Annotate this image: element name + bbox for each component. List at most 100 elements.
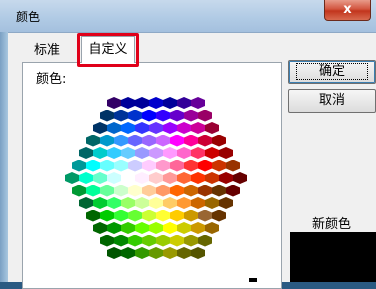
tab-standard[interactable]: 标准 xyxy=(28,40,66,62)
color-hex-cell[interactable] xyxy=(107,197,121,209)
color-hex-cell[interactable] xyxy=(93,222,107,234)
color-hex-cell[interactable] xyxy=(163,147,177,159)
color-hex-cell[interactable] xyxy=(163,247,177,259)
color-hex-cell[interactable] xyxy=(72,159,86,172)
color-hex-cell[interactable] xyxy=(121,172,135,184)
color-hex-cell[interactable] xyxy=(107,222,121,234)
color-hex-cell[interactable] xyxy=(177,222,191,234)
black-color-cell[interactable] xyxy=(249,278,257,282)
color-hex-cell[interactable] xyxy=(107,147,121,159)
color-hex-cell[interactable] xyxy=(107,122,121,134)
color-hex-cell[interactable] xyxy=(121,222,135,234)
color-hex-cell[interactable] xyxy=(184,109,198,122)
color-hex-cell[interactable] xyxy=(142,184,156,197)
color-hex-cell[interactable] xyxy=(107,247,121,259)
color-hex-cell[interactable] xyxy=(149,222,163,234)
color-hex-cell[interactable] xyxy=(184,234,198,247)
color-hex-cell[interactable] xyxy=(170,109,184,122)
color-hex-cell[interactable] xyxy=(170,184,184,197)
color-hex-cell[interactable] xyxy=(149,122,163,134)
close-button[interactable]: x xyxy=(324,0,371,21)
color-hex-cell[interactable] xyxy=(128,184,142,197)
color-hex-cell[interactable] xyxy=(191,122,205,134)
color-hex-cell[interactable] xyxy=(219,172,233,184)
color-hex-cell[interactable] xyxy=(191,172,205,184)
color-hex-cell[interactable] xyxy=(226,184,240,197)
color-hex-cell[interactable] xyxy=(177,172,191,184)
color-hex-cell[interactable] xyxy=(65,172,79,184)
color-hex-cell[interactable] xyxy=(128,109,142,122)
color-hex-cell[interactable] xyxy=(163,97,177,109)
color-hex-cell[interactable] xyxy=(191,247,205,259)
color-hex-cell[interactable] xyxy=(79,147,93,159)
color-hex-cell[interactable] xyxy=(205,172,219,184)
hex-color-palette[interactable] xyxy=(64,97,248,265)
color-hex-cell[interactable] xyxy=(219,147,233,159)
color-hex-cell[interactable] xyxy=(93,122,107,134)
color-hex-cell[interactable] xyxy=(226,159,240,172)
color-hex-cell[interactable] xyxy=(198,234,212,247)
color-hex-cell[interactable] xyxy=(135,172,149,184)
color-hex-cell[interactable] xyxy=(191,222,205,234)
color-hex-cell[interactable] xyxy=(149,197,163,209)
color-hex-cell[interactable] xyxy=(121,147,135,159)
color-hex-cell[interactable] xyxy=(128,159,142,172)
color-hex-cell[interactable] xyxy=(93,197,107,209)
color-hex-cell[interactable] xyxy=(100,159,114,172)
color-hex-cell[interactable] xyxy=(93,147,107,159)
color-hex-cell[interactable] xyxy=(86,134,100,147)
color-hex-cell[interactable] xyxy=(198,134,212,147)
color-hex-cell[interactable] xyxy=(142,209,156,222)
color-hex-cell[interactable] xyxy=(177,97,191,109)
title-bar[interactable]: 颜色 x xyxy=(0,0,376,33)
color-hex-cell[interactable] xyxy=(128,234,142,247)
color-hex-cell[interactable] xyxy=(79,197,93,209)
color-hex-cell[interactable] xyxy=(184,134,198,147)
color-hex-cell[interactable] xyxy=(177,197,191,209)
color-hex-cell[interactable] xyxy=(156,134,170,147)
color-hex-cell[interactable] xyxy=(184,159,198,172)
color-hex-cell[interactable] xyxy=(170,234,184,247)
cancel-button[interactable]: 取消 xyxy=(288,89,376,113)
color-hex-cell[interactable] xyxy=(114,134,128,147)
color-hex-cell[interactable] xyxy=(128,209,142,222)
color-hex-cell[interactable] xyxy=(177,122,191,134)
color-hex-cell[interactable] xyxy=(184,184,198,197)
color-hex-cell[interactable] xyxy=(135,147,149,159)
color-hex-cell[interactable] xyxy=(163,122,177,134)
color-hex-cell[interactable] xyxy=(170,159,184,172)
color-hex-cell[interactable] xyxy=(184,209,198,222)
color-hex-cell[interactable] xyxy=(107,97,121,109)
color-hex-cell[interactable] xyxy=(135,97,149,109)
color-hex-cell[interactable] xyxy=(177,247,191,259)
color-hex-cell[interactable] xyxy=(121,97,135,109)
color-hex-cell[interactable] xyxy=(114,184,128,197)
color-hex-cell[interactable] xyxy=(212,209,226,222)
color-hex-cell[interactable] xyxy=(149,172,163,184)
color-hex-cell[interactable] xyxy=(135,197,149,209)
color-hex-cell[interactable] xyxy=(100,234,114,247)
color-hex-cell[interactable] xyxy=(163,197,177,209)
color-hex-cell[interactable] xyxy=(149,147,163,159)
color-hex-cell[interactable] xyxy=(121,122,135,134)
color-hex-cell[interactable] xyxy=(156,209,170,222)
color-hex-cell[interactable] xyxy=(191,197,205,209)
color-hex-cell[interactable] xyxy=(128,134,142,147)
ok-button[interactable]: 确定 xyxy=(288,60,376,84)
color-hex-cell[interactable] xyxy=(72,184,86,197)
color-hex-cell[interactable] xyxy=(149,97,163,109)
color-hex-cell[interactable] xyxy=(142,134,156,147)
color-hex-cell[interactable] xyxy=(86,209,100,222)
color-hex-cell[interactable] xyxy=(198,184,212,197)
color-hex-cell[interactable] xyxy=(191,147,205,159)
color-hex-cell[interactable] xyxy=(135,222,149,234)
color-hex-cell[interactable] xyxy=(198,109,212,122)
color-hex-cell[interactable] xyxy=(170,134,184,147)
color-hex-cell[interactable] xyxy=(156,234,170,247)
color-hex-cell[interactable] xyxy=(100,109,114,122)
color-hex-cell[interactable] xyxy=(121,197,135,209)
color-hex-cell[interactable] xyxy=(121,247,135,259)
color-hex-cell[interactable] xyxy=(149,247,163,259)
color-hex-cell[interactable] xyxy=(212,134,226,147)
color-hex-cell[interactable] xyxy=(156,184,170,197)
